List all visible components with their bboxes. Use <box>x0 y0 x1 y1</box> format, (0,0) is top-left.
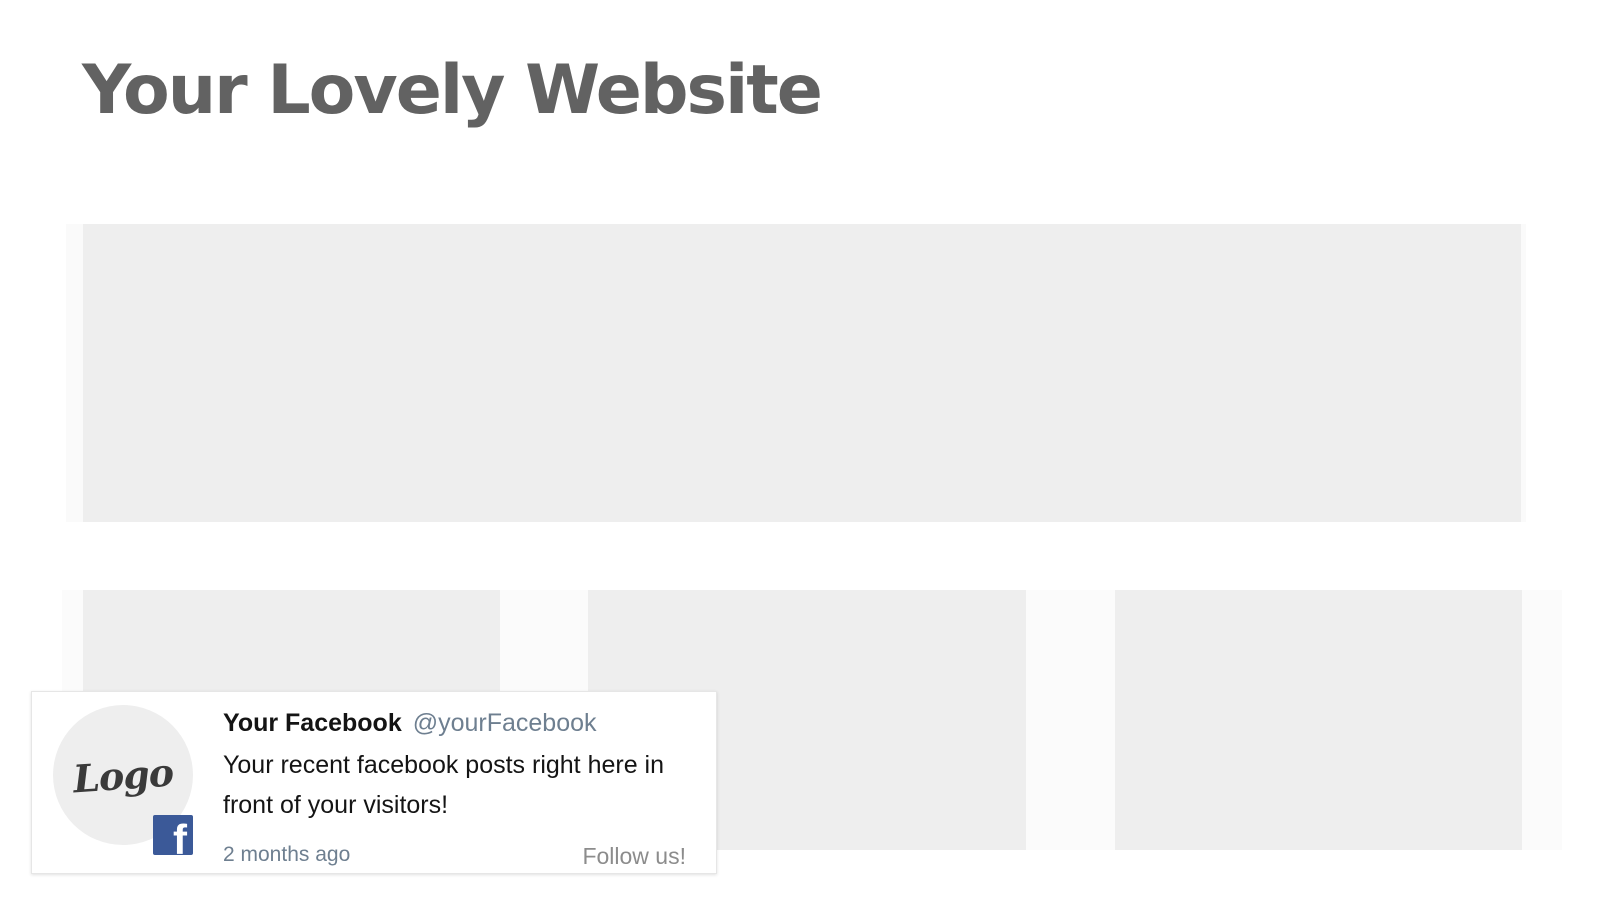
page-name[interactable]: Your Facebook <box>223 709 402 737</box>
logo-text: Logo <box>71 749 175 801</box>
page-title: Your Lovely Website <box>82 51 823 130</box>
hero-placeholder <box>83 224 1521 522</box>
post-message: Your recent facebook posts right here in… <box>223 751 665 819</box>
content-card-3 <box>1115 590 1522 850</box>
facebook-post-widget[interactable]: Logo f Your Facebook @yourFacebook Your … <box>31 691 717 874</box>
follow-us-link[interactable]: Follow us! <box>582 843 686 869</box>
post-content: Your Facebook @yourFacebook Your recent … <box>223 706 693 825</box>
post-header: Your Facebook @yourFacebook <box>223 706 693 740</box>
page-handle[interactable]: @yourFacebook <box>413 709 597 737</box>
post-timestamp[interactable]: 2 months ago <box>223 842 350 868</box>
facebook-icon: f <box>153 815 193 855</box>
